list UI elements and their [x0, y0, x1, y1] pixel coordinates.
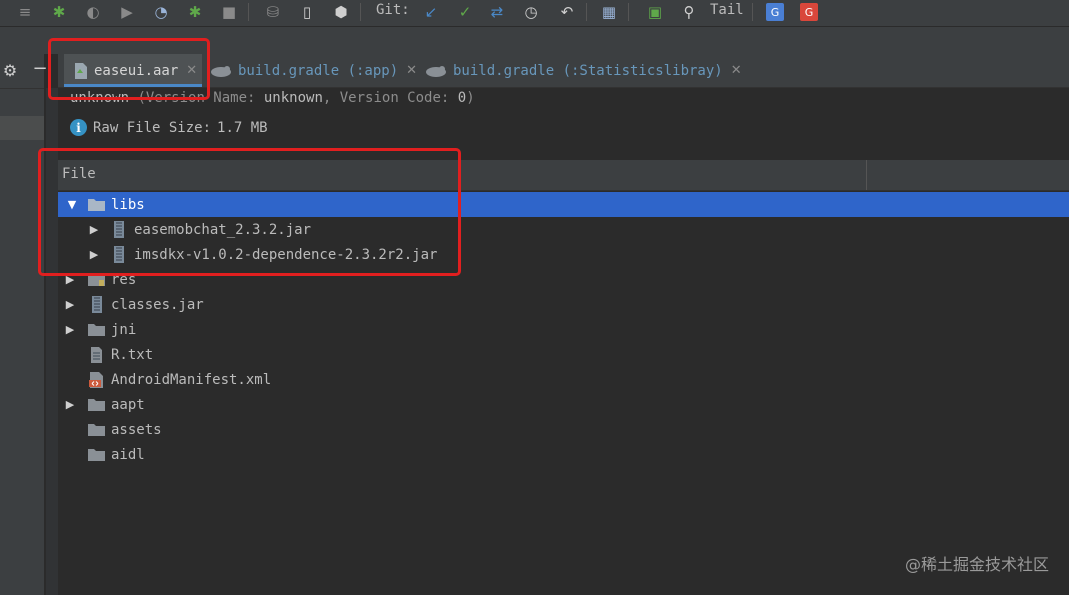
tab-label: build.gradle (:app): [238, 62, 399, 79]
raw-size-label: Raw File Size:: [93, 119, 212, 136]
tree-row-jni[interactable]: ▶ jni: [58, 317, 1069, 342]
raw-file-size: i Raw File Size: 1.7 MB: [70, 119, 268, 136]
text-file-icon: [88, 346, 105, 363]
highlight-box-libs: [38, 148, 461, 276]
git-label: Git:: [376, 2, 410, 18]
close-tab-icon[interactable]: ✕: [731, 63, 742, 78]
terminal-icon[interactable]: ▣: [646, 3, 664, 21]
watermark: @稀土掘金技术社区: [904, 555, 1049, 574]
translate-alt-icon[interactable]: G: [800, 3, 818, 21]
tree-row-androidmanifest[interactable]: AndroidManifest.xml: [58, 367, 1069, 392]
tree-row-aidl[interactable]: aidl: [58, 442, 1069, 467]
profile-icon[interactable]: ◐: [84, 3, 102, 21]
jar-icon: [88, 296, 105, 313]
info-icon: i: [70, 119, 87, 136]
settings-icon[interactable]: ≡: [16, 3, 34, 21]
push-icon[interactable]: ⇄: [488, 3, 506, 21]
tree-row-classes-jar[interactable]: ▶ classes.jar: [58, 292, 1069, 317]
tree-row-aapt[interactable]: ▶ aapt: [58, 392, 1069, 417]
gradle-file-icon: [426, 65, 446, 77]
device-icon[interactable]: ▯: [298, 3, 316, 21]
debug-attach-icon[interactable]: ✱: [186, 3, 204, 21]
close-tab-icon[interactable]: ✕: [406, 63, 417, 78]
structure-icon[interactable]: ▦: [600, 3, 618, 21]
tab-build-gradle-statisticslibray[interactable]: build.gradle (:Statisticslibray) ✕: [425, 54, 742, 87]
left-tool-panel: [0, 54, 45, 595]
tail-label[interactable]: Tail: [710, 2, 744, 18]
main-toolbar: ≡ ✱ ◐ ▶ ◔ ✱ ■ ⛁ ▯ ⬢ Git: ↙ ✓ ⇄ ◷ ↶ ▦ ▣ ⚲…: [0, 0, 1069, 27]
highlight-box-tab: [48, 38, 210, 100]
debug-icon[interactable]: ✱: [50, 3, 68, 21]
tree-row-r-txt[interactable]: R.txt: [58, 342, 1069, 367]
xml-file-icon: [88, 371, 105, 388]
expand-arrow-icon[interactable]: ▶: [64, 323, 76, 336]
search-icon[interactable]: ⚲: [680, 3, 698, 21]
expand-arrow-icon[interactable]: ▶: [64, 398, 76, 411]
collapse-icon[interactable]: −: [30, 58, 50, 79]
folder-icon: [88, 396, 105, 413]
gradle-icon[interactable]: ⛁: [264, 3, 282, 21]
stop-icon[interactable]: ■: [220, 3, 238, 21]
expand-arrow-icon[interactable]: ▶: [64, 298, 76, 311]
folder-icon: [88, 321, 105, 338]
left-panel-selected-item[interactable]: [0, 116, 44, 140]
raw-size-value: 1.7 MB: [217, 119, 268, 136]
update-icon[interactable]: ↙: [422, 3, 440, 21]
tab-build-gradle-app[interactable]: build.gradle (:app) ✕: [210, 54, 417, 87]
folder-icon: [88, 421, 105, 438]
sdk-icon[interactable]: ⬢: [332, 3, 350, 21]
history-icon[interactable]: ◷: [522, 3, 540, 21]
commit-icon[interactable]: ✓: [456, 3, 474, 21]
revert-icon[interactable]: ↶: [558, 3, 576, 21]
gradle-file-icon: [211, 65, 231, 77]
gauge-icon[interactable]: ◔: [152, 3, 170, 21]
translate-icon[interactable]: G: [766, 3, 784, 21]
tree-row-assets[interactable]: assets: [58, 417, 1069, 442]
gear-icon[interactable]: ⚙: [0, 60, 20, 80]
run-icon[interactable]: ▶: [118, 3, 136, 21]
folder-icon: [88, 446, 105, 463]
tab-label: build.gradle (:Statisticslibray): [453, 62, 723, 79]
